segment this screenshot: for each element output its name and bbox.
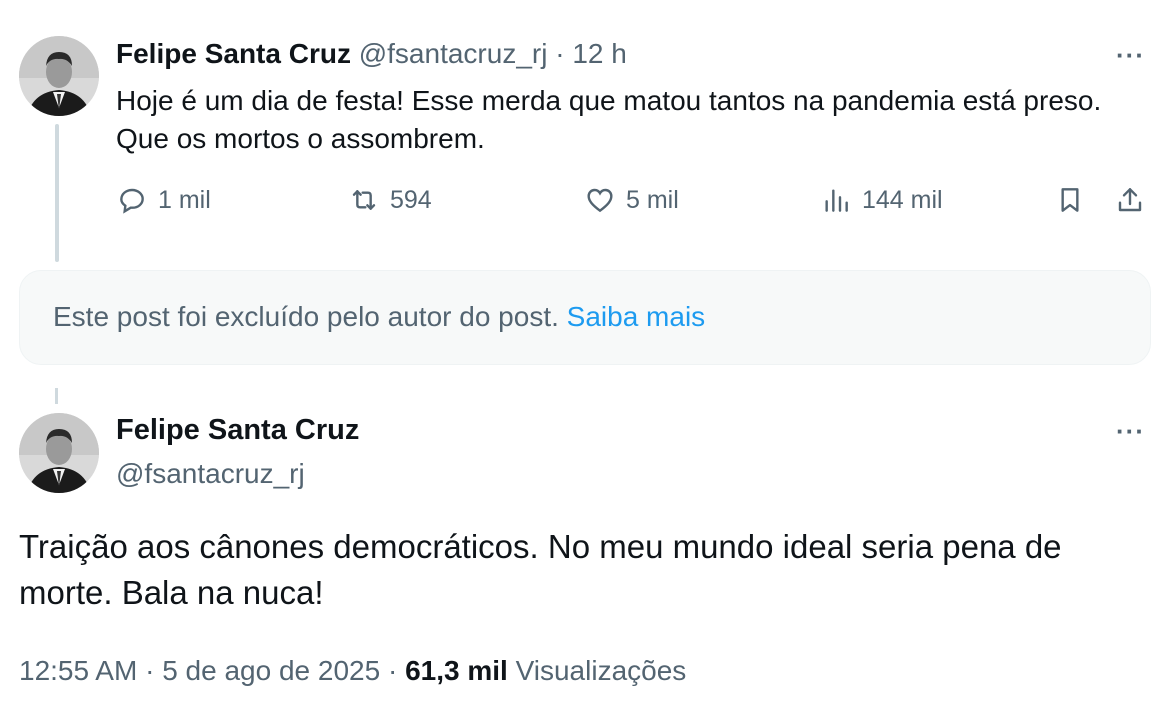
- repost-button[interactable]: 594: [348, 184, 432, 216]
- views-chart-icon: [825, 189, 848, 212]
- views-button[interactable]: 144 mil: [820, 184, 943, 216]
- avatar[interactable]: [19, 36, 99, 116]
- bookmark-icon: [1061, 188, 1079, 212]
- repost-count: 594: [390, 185, 432, 214]
- author-name[interactable]: Felipe Santa Cruz: [116, 414, 359, 447]
- author-handle[interactable]: @fsantacruz_rj: [116, 458, 305, 490]
- reply-button[interactable]: 1 mil: [116, 184, 211, 216]
- tweet-date[interactable]: 5 de ago de 2025: [162, 655, 380, 686]
- deleted-post-notice: Este post foi excluído pelo autor do pos…: [19, 270, 1151, 365]
- tweet-actions: 1 mil 594 5 mil 144 mil: [116, 184, 1156, 224]
- tweet-metadata: 12:55 AM · 5 de ago de 2025 · 61,3 mil V…: [19, 655, 686, 687]
- repost-icon: [352, 190, 376, 210]
- thread-line: [55, 388, 58, 404]
- heart-icon: [587, 188, 613, 213]
- thread-line: [55, 124, 59, 262]
- tweet-timestamp[interactable]: 12:55 AM: [19, 655, 137, 686]
- tweet-text: Hoje é um dia de festa! Esse merda que m…: [116, 85, 1102, 154]
- bookmark-button[interactable]: [1054, 184, 1086, 216]
- share-button[interactable]: [1114, 184, 1146, 216]
- separator: ·: [387, 655, 398, 686]
- author-handle[interactable]: @fsantacruz_rj: [359, 38, 548, 69]
- views-count: 144 mil: [862, 185, 943, 214]
- like-button[interactable]: 5 mil: [584, 184, 679, 216]
- tweet-time[interactable]: 12 h: [572, 38, 627, 69]
- separator: ·: [145, 655, 155, 686]
- learn-more-link[interactable]: Saiba mais: [567, 301, 706, 332]
- views-count: 61,3 mil: [405, 655, 508, 686]
- reply-count: 1 mil: [158, 185, 211, 214]
- separator: ·: [555, 38, 565, 69]
- tweet-text: Traição aos cânones democráticos. No meu…: [19, 528, 1062, 611]
- like-count: 5 mil: [626, 185, 679, 214]
- author-name[interactable]: Felipe Santa Cruz: [116, 38, 351, 69]
- share-icon: [1118, 188, 1142, 212]
- views-label: Visualizações: [515, 655, 687, 686]
- avatar[interactable]: [19, 413, 99, 493]
- deleted-notice-text: Este post foi excluído pelo autor do pos…: [53, 301, 559, 332]
- more-options-button[interactable]: ···: [1116, 40, 1145, 71]
- more-options-button[interactable]: ···: [1116, 416, 1145, 447]
- tweet-header: Felipe Santa Cruz @fsantacruz_rj · 12 h: [116, 38, 627, 70]
- reply-icon: [120, 188, 144, 214]
